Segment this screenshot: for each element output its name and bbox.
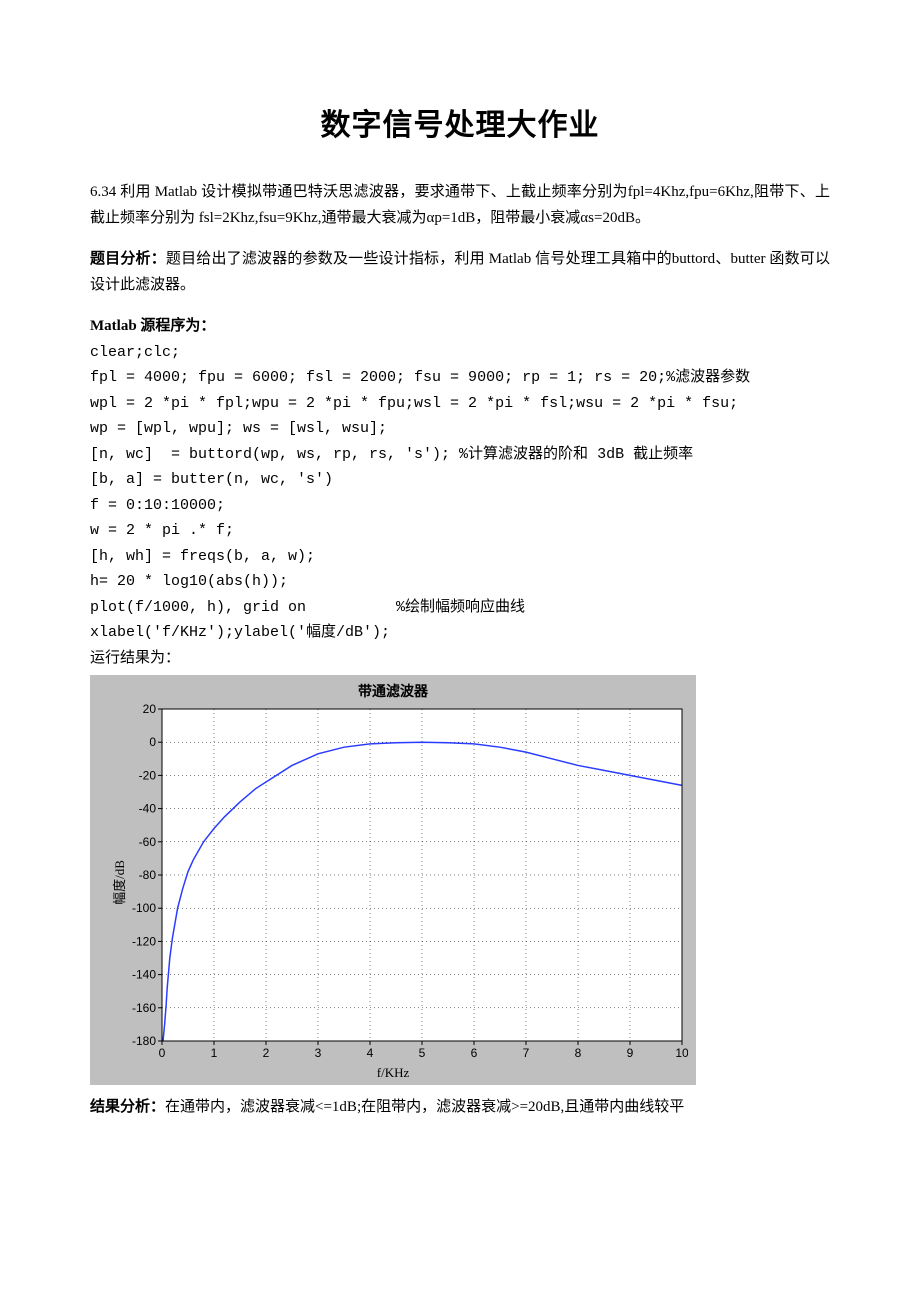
chart-xlabel: f/KHz <box>96 1063 690 1081</box>
svg-text:-80: -80 <box>139 868 157 882</box>
svg-text:2: 2 <box>263 1046 270 1060</box>
svg-text:-180: -180 <box>132 1034 156 1048</box>
svg-text:-160: -160 <box>132 1001 156 1015</box>
svg-text:-40: -40 <box>139 802 157 816</box>
page: 数字信号处理大作业 6.34 利用 Matlab 设计模拟带通巴特沃思滤波器，要… <box>0 0 920 1197</box>
result-text: 在通带内，滤波器衰减<=1dB;在阻带内，滤波器衰减>=20dB,且通带内曲线较… <box>165 1099 684 1115</box>
svg-text:7: 7 <box>523 1046 530 1060</box>
analysis-text: 题目给出了滤波器的参数及一些设计指标，利用 Matlab 信号处理工具箱中的bu… <box>90 251 830 293</box>
svg-text:1: 1 <box>211 1046 218 1060</box>
chart-ylabel: 幅度/dB <box>109 860 128 905</box>
svg-text:4: 4 <box>367 1046 374 1060</box>
svg-text:10: 10 <box>675 1046 688 1060</box>
analysis-label: 题目分析： <box>90 251 166 267</box>
svg-text:-100: -100 <box>132 901 156 915</box>
svg-text:3: 3 <box>315 1046 322 1060</box>
analysis-paragraph: 题目分析：题目给出了滤波器的参数及一些设计指标，利用 Matlab 信号处理工具… <box>90 247 830 298</box>
result-paragraph: 结果分析：在通带内，滤波器衰减<=1dB;在阻带内，滤波器衰减>=20dB,且通… <box>90 1095 830 1121</box>
svg-text:5: 5 <box>419 1046 426 1060</box>
svg-text:20: 20 <box>143 703 157 716</box>
svg-text:-140: -140 <box>132 968 156 982</box>
svg-text:8: 8 <box>575 1046 582 1060</box>
chart-figure: 带通滤波器 幅度/dB 0 1 2 3 4 5 6 7 8 9 10 20 0 -20 -40 -60 -80 -… <box>90 675 696 1085</box>
chart-ylabel-cell: 幅度/dB <box>96 873 118 893</box>
chart-svg: 0 1 2 3 4 5 6 7 8 9 10 20 0 -20 -40 -60 -80 -100 -120 -140 -… <box>118 703 688 1063</box>
problem-statement: 6.34 利用 Matlab 设计模拟带通巴特沃思滤波器，要求通带下、上截止频率… <box>90 180 830 231</box>
chart-title: 带通滤波器 <box>96 679 690 703</box>
chart-plot-area: 0 1 2 3 4 5 6 7 8 9 10 20 0 -20 -40 -60 -80 -100 -120 -140 -… <box>118 703 688 1063</box>
svg-text:6: 6 <box>471 1046 478 1060</box>
code-block: clear;clc; fpl = 4000; fpu = 6000; fsl =… <box>90 340 830 672</box>
source-label: Matlab 源程序为： <box>90 314 830 340</box>
result-label: 结果分析： <box>90 1099 165 1115</box>
svg-text:0: 0 <box>149 735 156 749</box>
svg-text:9: 9 <box>627 1046 634 1060</box>
svg-text:0: 0 <box>159 1046 166 1060</box>
document-title: 数字信号处理大作业 <box>90 100 830 144</box>
svg-text:-20: -20 <box>139 768 157 782</box>
svg-text:-60: -60 <box>139 835 157 849</box>
svg-text:-120: -120 <box>132 934 156 948</box>
